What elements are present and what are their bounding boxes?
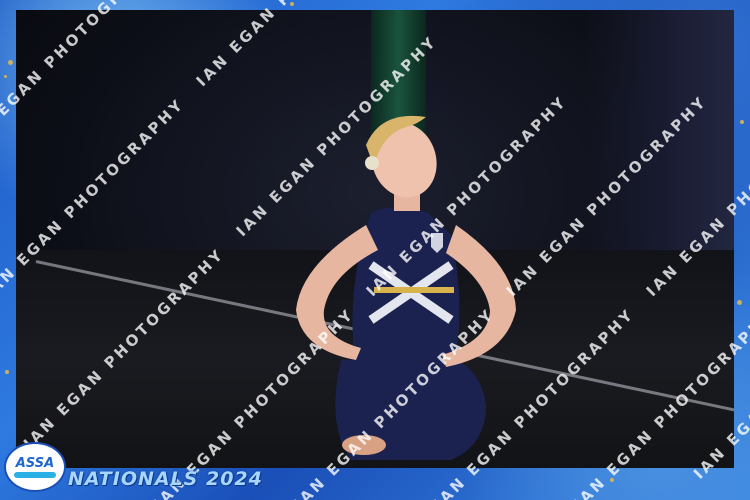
gold-fleck [290,2,294,6]
gold-fleck [740,120,744,124]
gold-fleck [4,75,7,78]
dancer-figure [296,115,516,460]
gold-fleck [5,370,9,374]
event-title: NATIONALS 2024 [68,468,263,490]
logo-swoosh [14,472,56,478]
gold-fleck [8,60,13,65]
gold-fleck [610,478,614,482]
logo-text: ASSA [15,456,55,471]
event-logo: ASSA [6,444,64,490]
dance-photo [16,10,734,468]
gold-fleck [737,300,742,305]
